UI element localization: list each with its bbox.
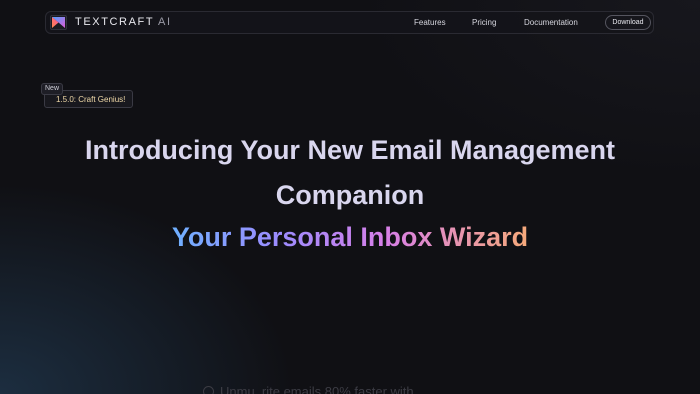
headline-line-1: Introducing Your New Email Management — [84, 135, 616, 165]
nav-link-pricing[interactable]: Pricing — [472, 18, 496, 27]
check-circle-icon — [203, 386, 214, 394]
headline-line-2: Companion — [275, 180, 425, 210]
new-badge: New — [41, 83, 64, 95]
textcraft-logo-icon[interactable] — [50, 15, 67, 30]
hero-subheadline: Your Personal Inbox Wizard — [0, 218, 700, 256]
subheadline-text: Your Personal Inbox Wizard — [171, 222, 529, 252]
brand-name[interactable]: TEXTCRAFT AI — [75, 16, 172, 28]
brand-main-text: TEXTCRAFT — [75, 16, 154, 28]
nav-link-documentation[interactable]: Documentation — [524, 18, 578, 27]
brand-suffix-text: AI — [158, 16, 172, 28]
landing-page: TEXTCRAFT AI Features Pricing Documentat… — [0, 0, 700, 394]
top-navbar: TEXTCRAFT AI Features Pricing Documentat… — [45, 11, 654, 34]
faded-feature-text: Unmu..rite emails 80% faster with.. — [220, 384, 421, 394]
hero-headline: Introducing Your New Email Management Co… — [0, 128, 700, 218]
nav-link-features[interactable]: Features — [414, 18, 446, 27]
faded-feature-line: Unmu..rite emails 80% faster with.. — [203, 384, 421, 394]
download-button[interactable]: Download — [605, 15, 651, 30]
